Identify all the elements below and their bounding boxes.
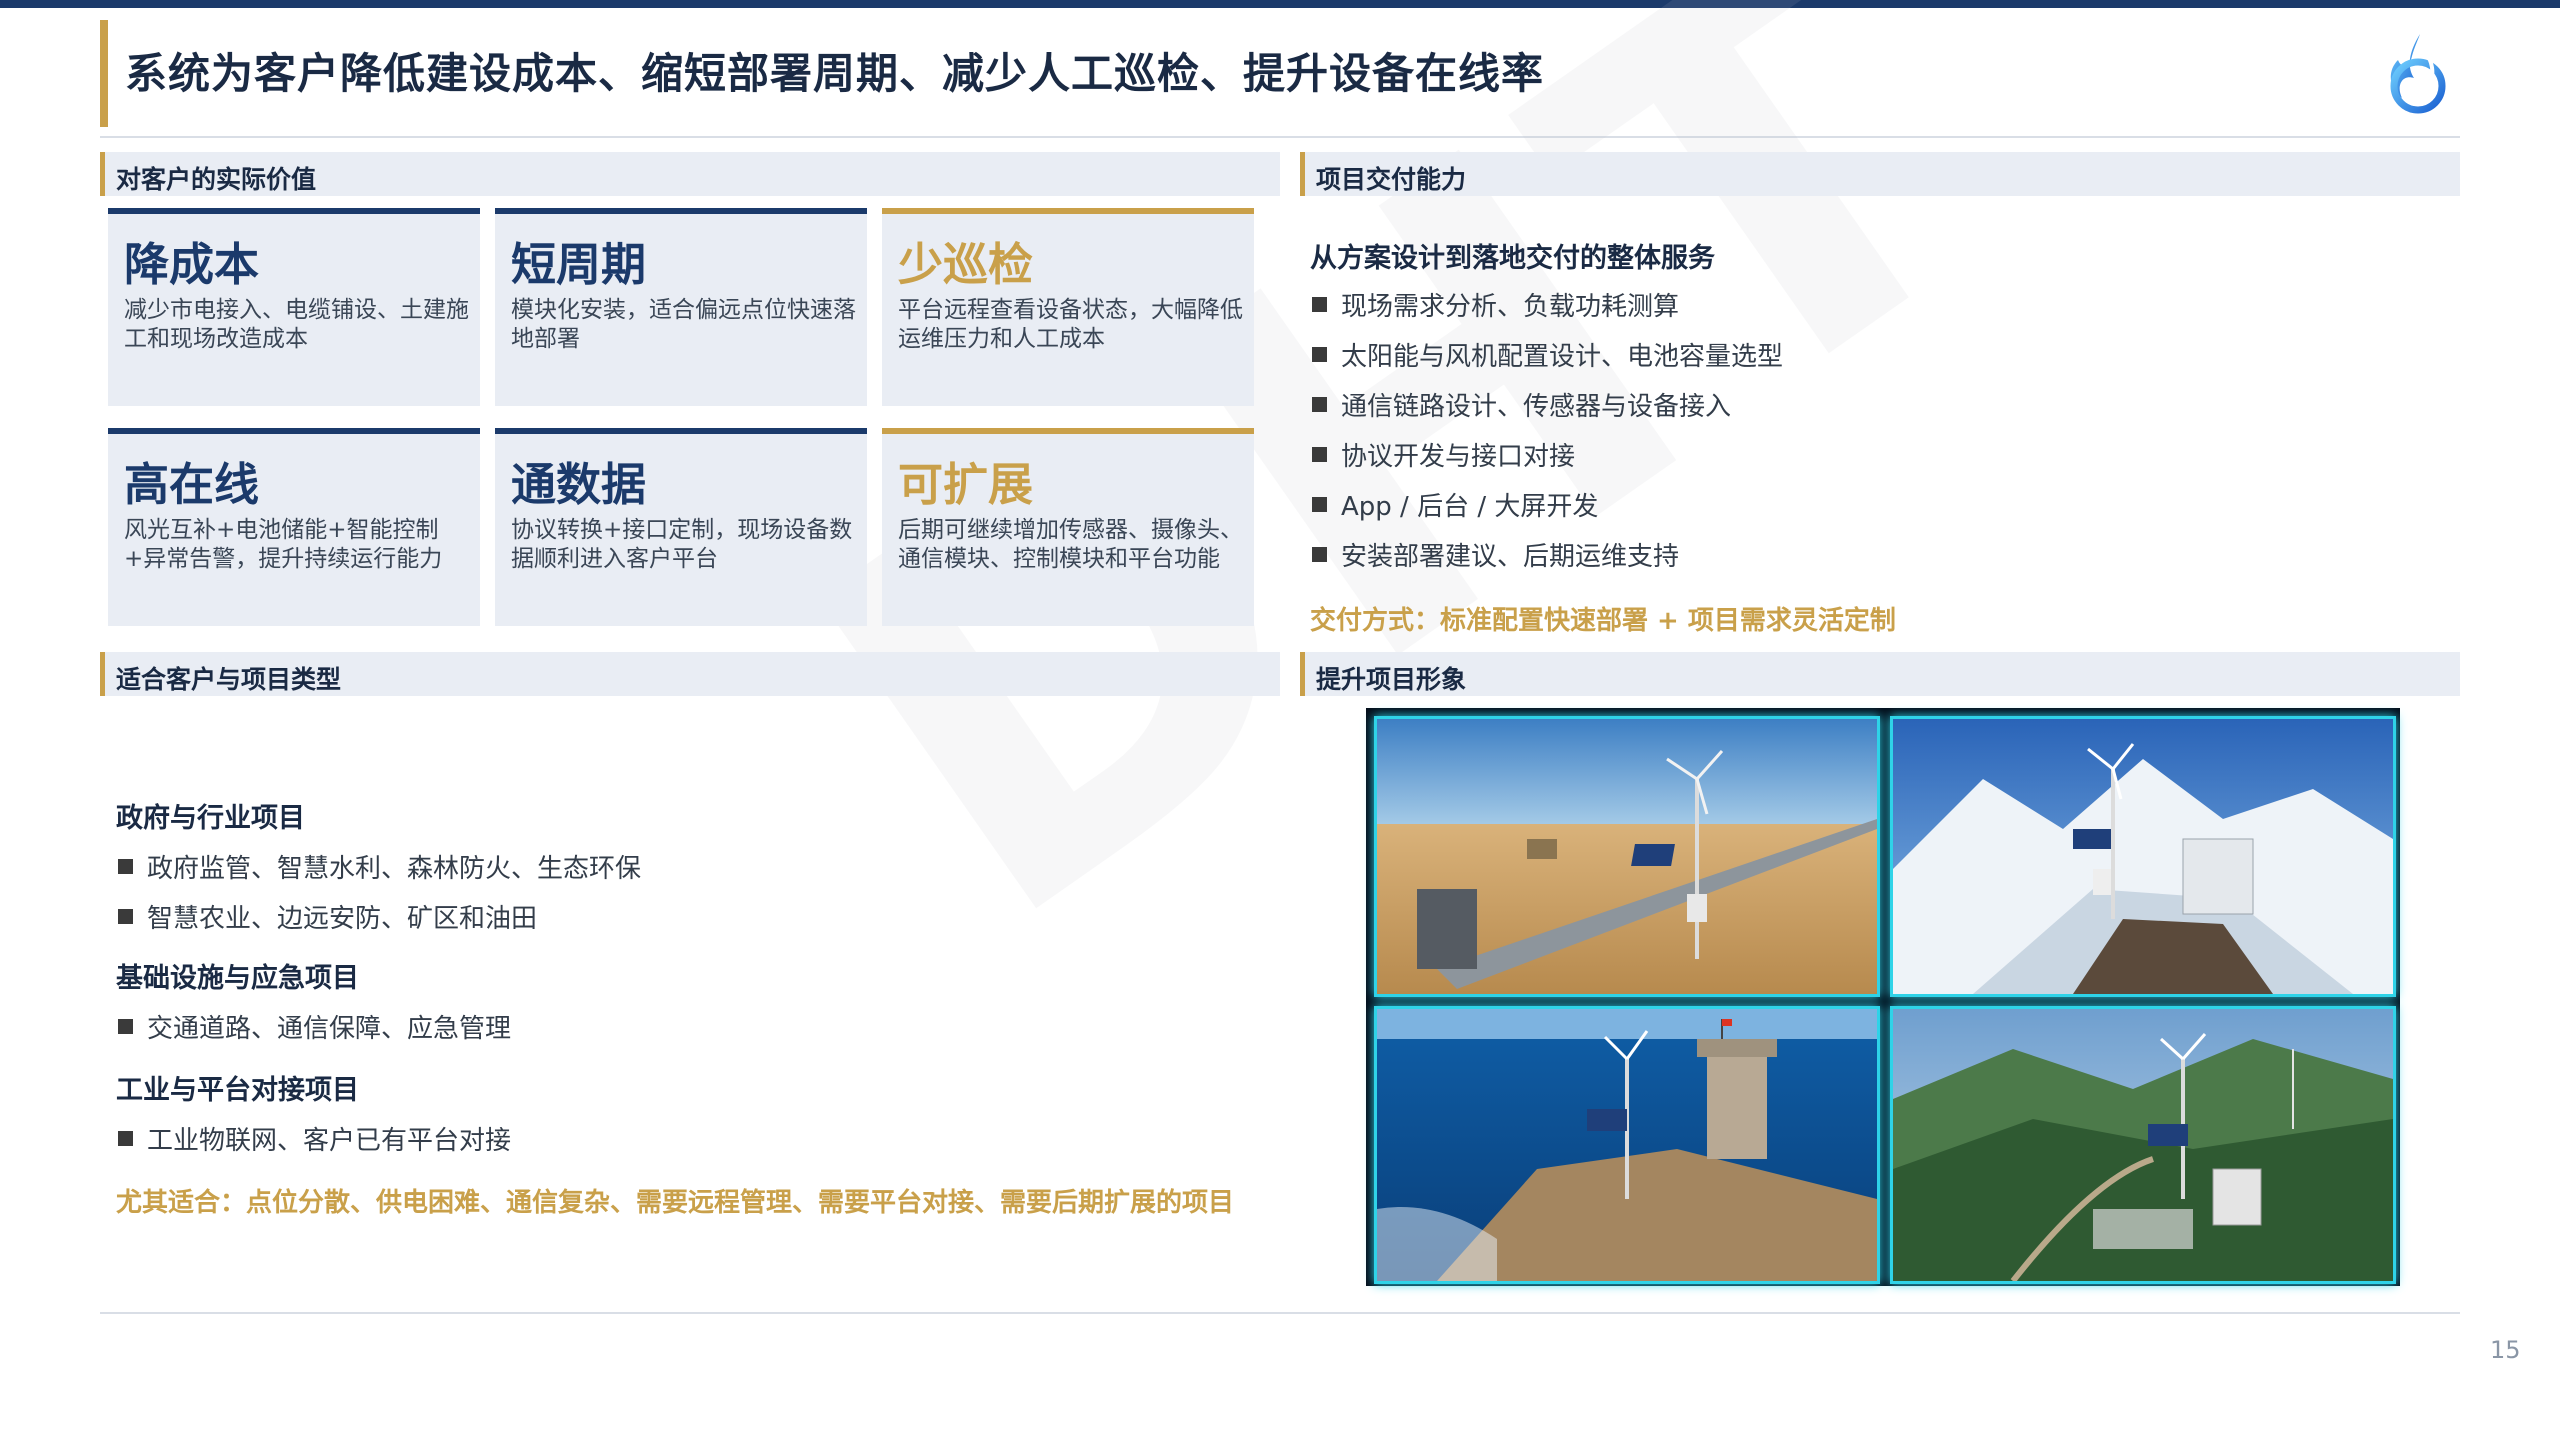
square-bullet-icon — [1312, 447, 1327, 462]
top-accent-bar — [0, 0, 2560, 8]
card-desc: 风光互补+电池储能+智能控制+异常告警，提升持续运行能力 — [124, 517, 443, 572]
card-desc: 平台远程查看设备状态，大幅降低运维压力和人工成本 — [898, 297, 1243, 352]
card-desc: 协议转换+接口定制，现场设备数据顺利进入客户平台 — [511, 517, 853, 572]
customer-group-title: 基础设施与应急项目 — [116, 963, 359, 994]
photo-snow-mountain — [1890, 716, 2396, 997]
value-card-data: 通数据 协议转换+接口定制，现场设备数据顺利进入客户平台 — [495, 428, 867, 626]
customer-item: 政府监管、智慧水利、森林防火、生态环保 — [118, 848, 641, 885]
square-bullet-icon — [118, 1131, 133, 1146]
card-title: 通数据 — [511, 458, 647, 511]
delivery-item: App / 后台 / 大屏开发 — [1312, 486, 1598, 523]
delivery-item: 协议开发与接口对接 — [1312, 436, 1575, 473]
card-title: 可扩展 — [898, 458, 1034, 511]
delivery-section-title: 项目交付能力 — [1316, 165, 1467, 194]
company-logo-icon — [2390, 34, 2446, 114]
square-bullet-icon — [1312, 347, 1327, 362]
page-title: 系统为客户降低建设成本、缩短部署周期、减少人工巡检、提升设备在线率 — [125, 49, 1545, 98]
value-card-period: 短周期 模块化安装，适合偏远点位快速落地部署 — [495, 208, 867, 406]
value-card-cost: 降成本 减少市电接入、电缆铺设、土建施工和现场改造成本 — [108, 208, 480, 406]
customer-item: 智慧农业、边远安防、矿区和油田 — [118, 898, 537, 935]
value-section-header: 对客户的实际价值 — [100, 152, 1280, 196]
footer-divider — [100, 1312, 2460, 1314]
card-title: 少巡检 — [898, 238, 1034, 291]
customer-section-title: 适合客户与项目类型 — [116, 665, 342, 694]
title-accent-bar — [100, 20, 108, 127]
value-card-expand: 可扩展 后期可继续增加传感器、摄像头、通信模块、控制模块和平台功能 — [882, 428, 1254, 626]
square-bullet-icon — [1312, 297, 1327, 312]
delivery-method: 交付方式：标准配置快速部署 + 项目需求灵活定制 — [1310, 606, 1896, 636]
value-section-title: 对客户的实际价值 — [116, 165, 317, 194]
square-bullet-icon — [1312, 497, 1327, 512]
customer-section-header: 适合客户与项目类型 — [100, 652, 1280, 696]
card-desc: 模块化安装，适合偏远点位快速落地部署 — [511, 297, 856, 352]
value-card-online: 高在线 风光互补+电池储能+智能控制+异常告警，提升持续运行能力 — [108, 428, 480, 626]
delivery-item: 太阳能与风机配置设计、电池容量选型 — [1312, 336, 1783, 373]
square-bullet-icon — [118, 1019, 133, 1034]
value-card-inspection: 少巡检 平台远程查看设备状态，大幅降低运维压力和人工成本 — [882, 208, 1254, 406]
delivery-section-header: 项目交付能力 — [1300, 152, 2460, 196]
photo-coastal-tower — [1374, 1006, 1880, 1284]
customer-item: 工业物联网、客户已有平台对接 — [118, 1120, 511, 1157]
customer-group-title: 政府与行业项目 — [116, 803, 305, 834]
page-number: 15 — [2490, 1336, 2521, 1364]
card-title: 降成本 — [124, 238, 260, 291]
card-desc: 减少市电接入、电缆铺设、土建施工和现场改造成本 — [124, 297, 469, 352]
customer-suitability: 尤其适合：点位分散、供电困难、通信复杂、需要远程管理、需要平台对接、需要后期扩展… — [116, 1188, 1235, 1218]
project-photo-grid — [1366, 708, 2400, 1286]
image-section-header: 提升项目形象 — [1300, 652, 2460, 696]
title-divider — [100, 136, 2460, 138]
delivery-subtitle: 从方案设计到落地交付的整体服务 — [1310, 243, 1715, 274]
customer-group-title: 工业与平台对接项目 — [116, 1075, 359, 1106]
square-bullet-icon — [118, 859, 133, 874]
customer-item: 交通道路、通信保障、应急管理 — [118, 1008, 511, 1045]
image-section-title: 提升项目形象 — [1316, 665, 1467, 694]
square-bullet-icon — [1312, 397, 1327, 412]
card-title: 高在线 — [124, 458, 260, 511]
card-desc: 后期可继续增加传感器、摄像头、通信模块、控制模块和平台功能 — [898, 517, 1243, 572]
delivery-item: 通信链路设计、传感器与设备接入 — [1312, 386, 1731, 423]
delivery-item: 安装部署建议、后期运维支持 — [1312, 536, 1679, 573]
card-title: 短周期 — [511, 238, 647, 291]
square-bullet-icon — [1312, 547, 1327, 562]
delivery-item: 现场需求分析、负载功耗测算 — [1312, 286, 1679, 323]
photo-forest-mountain — [1890, 1006, 2396, 1284]
square-bullet-icon — [118, 909, 133, 924]
photo-desert-pipeline — [1374, 716, 1880, 997]
